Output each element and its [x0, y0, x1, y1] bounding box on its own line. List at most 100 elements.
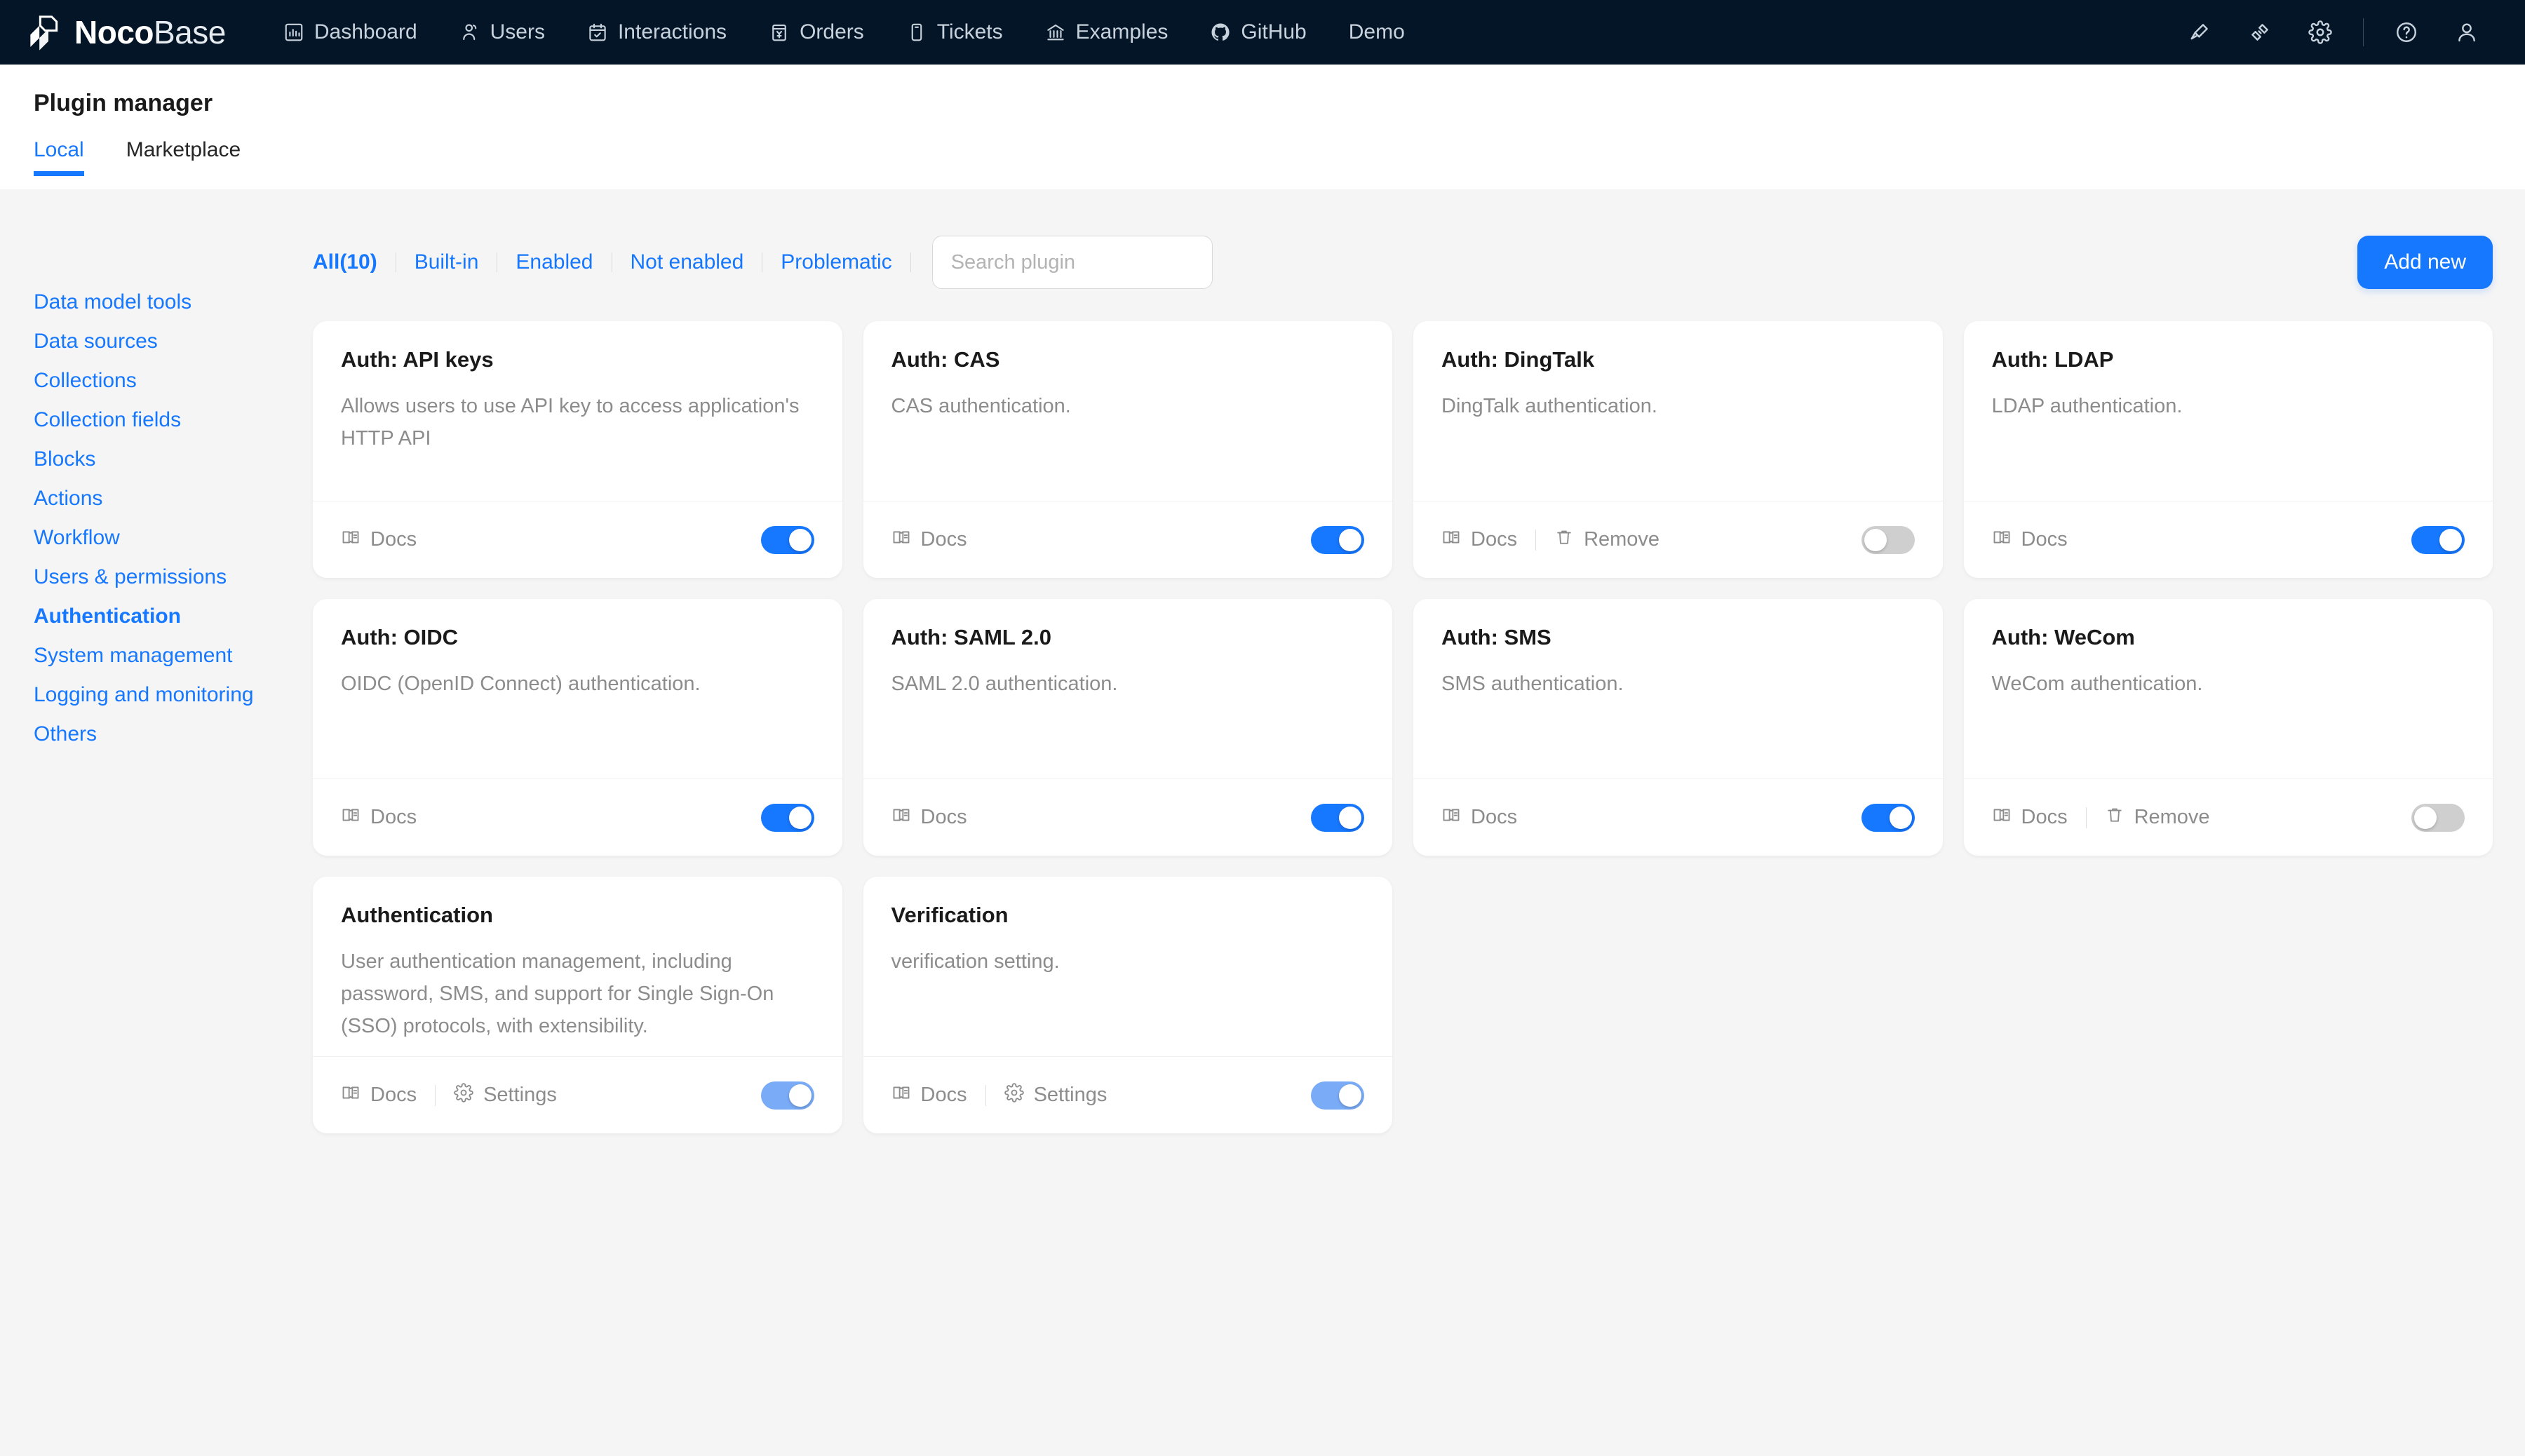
docs-label: Docs — [370, 528, 417, 551]
card-body: Auth: DingTalk DingTalk authentication. — [1413, 321, 1943, 501]
tab-local[interactable]: Local — [34, 138, 84, 176]
user-avatar-icon[interactable] — [2437, 0, 2497, 65]
sidebar-item-blocks[interactable]: Blocks — [34, 449, 313, 488]
nav-item-orders[interactable]: Orders — [748, 0, 885, 65]
nav-item-examples[interactable]: Examples — [1024, 0, 1190, 65]
sidebar-item-system-management[interactable]: System management — [34, 645, 313, 685]
nav-item-users[interactable]: Users — [438, 0, 566, 65]
filter-divider — [910, 252, 911, 272]
toggle-knob — [1864, 528, 1887, 551]
card-body: Auth: OIDC OIDC (OpenID Connect) authent… — [313, 599, 842, 778]
sidebar-item-data-sources[interactable]: Data sources — [34, 331, 313, 370]
brand-text-light: Base — [154, 14, 226, 50]
sidebar-item-workflow[interactable]: Workflow — [34, 527, 313, 567]
plugin-enable-toggle[interactable] — [760, 803, 814, 832]
calendar-check-icon — [587, 22, 608, 43]
plugin-description: OIDC (OpenID Connect) authentication. — [341, 673, 701, 696]
plugin-enable-toggle[interactable] — [2411, 525, 2465, 554]
docs-label: Docs — [1471, 528, 1518, 551]
search-plugin-input[interactable] — [931, 236, 1213, 289]
plugin-enable-toggle[interactable] — [1311, 803, 1364, 832]
remove-link[interactable]: Remove — [1554, 527, 1659, 553]
brand-logo-link[interactable]: NocoBase — [24, 13, 226, 52]
plugins-content: All(10) Built-in Enabled Not enabled Pro… — [313, 189, 2525, 1456]
docs-link[interactable]: Docs — [891, 527, 967, 553]
filter-all[interactable]: All(10) — [313, 250, 396, 274]
nav-label: Users — [490, 20, 545, 43]
plugin-connector-icon[interactable] — [2230, 0, 2290, 65]
top-navbar: NocoBase Dashboard Users Interactions Or… — [0, 0, 2525, 65]
plugin-enable-toggle[interactable] — [760, 525, 814, 554]
sidebar-item-collections[interactable]: Collections — [34, 370, 313, 410]
sidebar-item-others[interactable]: Others — [34, 724, 313, 763]
add-new-button[interactable]: Add new — [2357, 236, 2493, 289]
filter-not-enabled[interactable]: Not enabled — [612, 250, 762, 274]
docs-link[interactable]: Docs — [891, 805, 967, 830]
action-divider — [2085, 807, 2087, 828]
book-icon — [341, 527, 361, 553]
gear-icon[interactable] — [2290, 0, 2350, 65]
settings-label: Settings — [1033, 1084, 1107, 1106]
filter-built-in[interactable]: Built-in — [396, 250, 497, 274]
docs-link[interactable]: Docs — [1992, 527, 2068, 553]
plugin-title: Auth: OIDC — [341, 625, 459, 649]
sidebar-item-collection-fields[interactable]: Collection fields — [34, 410, 313, 449]
card-body: Auth: SAML 2.0 SAML 2.0 authentication. — [863, 599, 1393, 778]
bar-chart-icon — [283, 22, 304, 43]
action-divider — [435, 1084, 436, 1106]
toggle-knob — [788, 806, 812, 829]
plugin-enable-toggle[interactable] — [760, 1081, 814, 1110]
nocobase-logo-icon — [24, 13, 63, 52]
card-footer: Docs Settings — [863, 1056, 1392, 1133]
docs-link[interactable]: Docs — [1441, 805, 1517, 830]
nav-item-demo[interactable]: Demo — [1328, 0, 1426, 65]
filter-enabled[interactable]: Enabled — [497, 250, 611, 274]
plugin-enable-toggle[interactable] — [1861, 803, 1915, 832]
docs-label: Docs — [370, 1084, 417, 1106]
main-nav: Dashboard Users Interactions Orders Tick… — [262, 0, 1426, 65]
sidebar-item-actions[interactable]: Actions — [34, 488, 313, 527]
docs-link[interactable]: Docs — [341, 805, 417, 830]
toggle-knob — [788, 528, 812, 551]
docs-link[interactable]: Docs — [1992, 805, 2068, 830]
card-body: Auth: API keys Allows users to use API k… — [313, 321, 842, 501]
nav-item-github[interactable]: GitHub — [1189, 0, 1327, 65]
nav-label: Orders — [800, 20, 864, 43]
remove-link[interactable]: Remove — [2105, 805, 2210, 830]
docs-link[interactable]: Docs — [1441, 527, 1517, 553]
plugin-enable-toggle[interactable] — [1311, 1081, 1364, 1110]
navbar-divider — [2363, 18, 2364, 46]
nav-item-tickets[interactable]: Tickets — [885, 0, 1024, 65]
users-icon — [459, 22, 480, 43]
page-title: Plugin manager — [34, 90, 213, 116]
plugin-title: Auth: CAS — [891, 347, 1000, 372]
plugin-enable-toggle[interactable] — [1311, 525, 1364, 554]
card-footer: Docs — [1413, 778, 1943, 856]
plugin-description: SMS authentication. — [1441, 673, 1624, 696]
page-body: Data model tools Data sources Collection… — [0, 189, 2525, 1456]
toggle-knob — [2439, 528, 2462, 551]
navbar-right-actions — [2169, 0, 2497, 65]
tab-marketplace[interactable]: Marketplace — [126, 138, 241, 176]
sidebar-item-data-model-tools[interactable]: Data model tools — [34, 292, 313, 331]
sidebar-item-logging-and-monitoring[interactable]: Logging and monitoring — [34, 685, 313, 724]
docs-link[interactable]: Docs — [341, 1083, 417, 1108]
plugin-enable-toggle[interactable] — [2411, 803, 2465, 832]
settings-link[interactable]: Settings — [454, 1082, 557, 1108]
sidebar-item-users-permissions[interactable]: Users & permissions — [34, 567, 313, 606]
docs-link[interactable]: Docs — [891, 1083, 967, 1108]
settings-label: Settings — [483, 1084, 557, 1106]
filter-toolbar: All(10) Built-in Enabled Not enabled Pro… — [313, 189, 2493, 289]
plugin-card: Auth: CAS CAS authentication. Docs — [863, 321, 1392, 578]
docs-link[interactable]: Docs — [341, 527, 417, 553]
plugin-enable-toggle[interactable] — [1861, 525, 1915, 554]
nav-item-interactions[interactable]: Interactions — [566, 0, 748, 65]
plugin-description: CAS authentication. — [891, 395, 1071, 418]
sidebar-item-authentication[interactable]: Authentication — [34, 606, 313, 645]
highlighter-icon[interactable] — [2169, 0, 2230, 65]
settings-link[interactable]: Settings — [1004, 1082, 1107, 1108]
nav-item-dashboard[interactable]: Dashboard — [262, 0, 438, 65]
filter-problematic[interactable]: Problematic — [762, 250, 910, 274]
plugin-card: Auth: API keys Allows users to use API k… — [313, 321, 842, 578]
help-circle-icon[interactable] — [2376, 0, 2437, 65]
